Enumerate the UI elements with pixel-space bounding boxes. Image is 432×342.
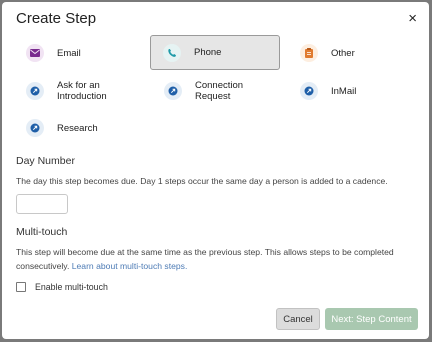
step-type-label: Connection Request (195, 80, 244, 102)
enable-multi-touch-label: Enable multi-touch (35, 282, 108, 292)
next-step-content-button[interactable]: Next: Step Content (325, 308, 418, 330)
step-type-ask-for-introduction[interactable]: Ask for an Introduction (22, 78, 152, 104)
step-type-label: InMail (331, 85, 357, 97)
cancel-button[interactable]: Cancel (276, 308, 320, 330)
envelope-icon (26, 44, 44, 62)
day-number-help: The day this step becomes due. Day 1 ste… (16, 176, 388, 186)
step-type-label: Email (57, 47, 81, 59)
day-number-label: Day Number (16, 155, 75, 167)
create-step-dialog: Create Step × Email Phone Other Ask for … (2, 2, 429, 339)
step-type-label: Other (331, 47, 355, 59)
dialog-title: Create Step (16, 10, 97, 27)
enable-multi-touch-row[interactable]: Enable multi-touch (16, 282, 108, 292)
step-type-research[interactable]: Research (22, 115, 152, 141)
step-type-label: Ask for an Introduction (57, 80, 107, 102)
clipboard-icon (300, 44, 318, 62)
day-number-input[interactable] (16, 194, 68, 214)
linkedin-icon (26, 82, 44, 100)
close-icon[interactable]: × (408, 11, 417, 27)
step-type-inmail[interactable]: InMail (298, 78, 418, 104)
step-type-email[interactable]: Email (22, 40, 152, 66)
linkedin-icon (26, 119, 44, 137)
enable-multi-touch-checkbox[interactable] (16, 282, 26, 292)
step-type-label: Phone (194, 47, 222, 58)
multi-touch-learn-link[interactable]: Learn about multi-touch steps. (72, 261, 188, 271)
linkedin-icon (164, 82, 182, 100)
step-type-connection-request[interactable]: Connection Request (160, 78, 290, 104)
linkedin-icon (300, 82, 318, 100)
multi-touch-help: This step will become due at the same ti… (16, 245, 421, 273)
step-type-other[interactable]: Other (298, 40, 418, 66)
multi-touch-label: Multi-touch (16, 226, 68, 238)
phone-icon (163, 43, 181, 62)
step-type-label: Research (57, 122, 98, 134)
step-type-phone[interactable]: Phone (150, 35, 280, 70)
